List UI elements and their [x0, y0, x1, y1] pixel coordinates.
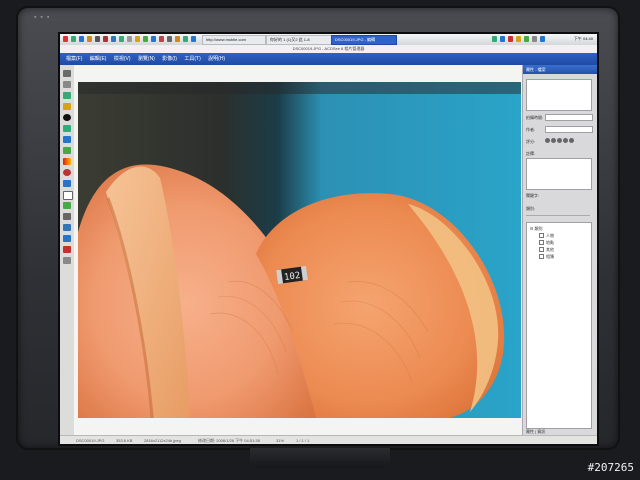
category-tree: ⊟ 類別 人物 地點 其他 相簿: [526, 222, 592, 429]
app-icon[interactable]: [127, 36, 132, 42]
screen: http://www.mobile.com 你好的 1 (1)又2 此 1-8 …: [60, 34, 597, 444]
menu-edit[interactable]: 編輯(E): [90, 53, 107, 65]
rectangle-tool-icon[interactable]: [63, 191, 73, 200]
resize-tool-icon[interactable]: [63, 224, 71, 231]
status-date: 修改日期: 2006/1/26 下午 04:51:38: [198, 438, 260, 443]
app-icon[interactable]: [167, 36, 172, 42]
monitor-brand: ▪ ▪ ▪: [34, 14, 51, 21]
status-filename: DSC00019.JPG: [76, 438, 105, 443]
app-icon[interactable]: [151, 36, 156, 42]
brush-tool-icon[interactable]: [63, 246, 71, 253]
move-tool-icon[interactable]: [63, 70, 71, 77]
red-eye-tool-icon[interactable]: [63, 103, 71, 110]
menu-file[interactable]: 檔案(F): [66, 53, 82, 65]
tree-item[interactable]: 地點: [539, 240, 554, 246]
app-icon[interactable]: [159, 36, 164, 42]
menu-tools[interactable]: 工具(T): [184, 53, 200, 65]
rotate-tool-icon[interactable]: [63, 213, 71, 220]
keyword-label: 關鍵字:: [526, 193, 540, 198]
start-icon[interactable]: [63, 36, 68, 42]
menu-bar: 檔案(F) 編輯(E) 檢視(V) 瀏覽(N) 影像(I) 工具(T) 說明(H…: [60, 53, 597, 65]
monitor-stand: [250, 448, 390, 468]
tree-item[interactable]: 人物: [539, 233, 554, 239]
watermark: #207265: [587, 461, 634, 474]
gradient-tool-icon[interactable]: [63, 158, 71, 165]
status-bar: DSC00019.JPG 353.6 KB 2816x2112x24b jpeg…: [60, 435, 597, 444]
menu-view[interactable]: 檢視(V): [114, 53, 131, 65]
time-field[interactable]: [545, 114, 593, 121]
menu-image[interactable]: 影像(I): [162, 53, 177, 65]
app-icon[interactable]: [87, 36, 92, 42]
field-label-notes: 註釋:: [526, 151, 536, 156]
field-label-time: 拍攝時間:: [526, 115, 544, 120]
taskbar-clock: 下午 04:40: [573, 36, 593, 41]
color-tool-icon[interactable]: [63, 147, 71, 154]
tree-item[interactable]: 相簿: [539, 254, 554, 260]
crop-tool-icon[interactable]: [63, 92, 71, 99]
status-page: 1 / 1 / 1: [296, 438, 310, 443]
app-icon[interactable]: [119, 36, 124, 42]
app-icon[interactable]: [79, 36, 84, 42]
tray-icon[interactable]: [532, 36, 537, 42]
tray-icon[interactable]: [524, 36, 529, 42]
photo-fingertip-with-smd-resistor: 102: [78, 82, 521, 418]
menu-help[interactable]: 說明(H): [208, 53, 225, 65]
author-field[interactable]: [545, 126, 593, 133]
curves-tool-icon[interactable]: [63, 136, 71, 143]
properties-panel: 屬性 - 檔案 拍攝時間: 作者: 評分: 註釋: 關鍵字: 類別: ⊟ 類別 …: [522, 65, 597, 435]
status-dimensions: 2816x2112x24b jpeg: [144, 438, 181, 443]
category-label: 類別:: [526, 206, 536, 211]
tray-icon[interactable]: [540, 36, 545, 42]
contrast-tool-icon[interactable]: [63, 114, 71, 121]
app-icon[interactable]: [143, 36, 148, 42]
menu-browse[interactable]: 瀏覽(N): [138, 53, 155, 65]
app-icon[interactable]: [135, 36, 140, 42]
tree-root[interactable]: ⊟ 類別: [530, 226, 542, 232]
description-box[interactable]: [526, 79, 592, 111]
text-tool-icon[interactable]: [63, 235, 71, 242]
fill-tool-icon[interactable]: [63, 202, 71, 209]
toolbox: [60, 65, 75, 435]
app-icon[interactable]: [175, 36, 180, 42]
taskbar-tab-browser[interactable]: http://www.mobile.com: [202, 35, 266, 45]
rating-buttons[interactable]: [545, 138, 574, 144]
notes-box[interactable]: [526, 158, 592, 190]
app-icon[interactable]: [95, 36, 100, 42]
tray-icon[interactable]: [500, 36, 505, 42]
app-icon[interactable]: [183, 36, 188, 42]
field-label-rating: 評分:: [526, 139, 536, 144]
panel-divider: [526, 215, 590, 216]
stamp-tool-icon[interactable]: [63, 257, 71, 264]
tray-icon[interactable]: [492, 36, 497, 42]
levels-tool-icon[interactable]: [63, 125, 71, 132]
lasso-tool-icon[interactable]: [63, 81, 71, 88]
taskbar-tab-window[interactable]: 你好的 1 (1)又2 此 1-8: [266, 35, 332, 45]
app-icon[interactable]: [191, 36, 196, 42]
app-icon[interactable]: [103, 36, 108, 42]
tray-icon[interactable]: [516, 36, 521, 42]
eye-tool-icon[interactable]: [63, 169, 71, 176]
app-icon[interactable]: [71, 36, 76, 42]
status-filesize: 353.6 KB: [116, 438, 133, 443]
app-icon[interactable]: [111, 36, 116, 42]
field-label-author: 作者:: [526, 127, 536, 132]
tree-item[interactable]: 其他: [539, 247, 554, 253]
panel-header: 屬性 - 檔案: [523, 65, 597, 74]
sharpen-tool-icon[interactable]: [63, 180, 71, 187]
taskbar-tab-photo-viewer[interactable]: DSC00019.JPG - 編輯: [331, 35, 397, 45]
status-zoom: 31%: [276, 438, 285, 443]
tray-icon[interactable]: [508, 36, 513, 42]
